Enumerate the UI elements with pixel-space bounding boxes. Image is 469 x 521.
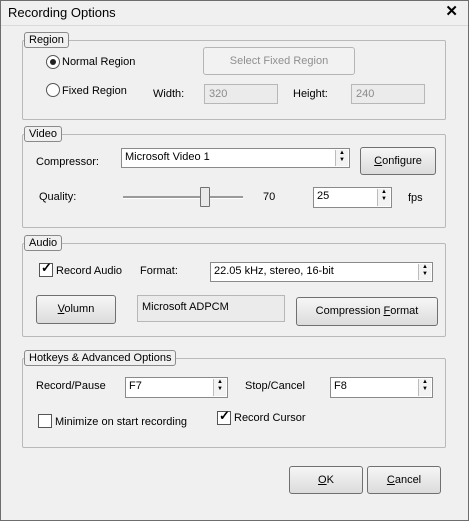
cancel-label-key: C — [386, 474, 395, 486]
spin-arrows-icon[interactable]: ▲ ▼ — [335, 150, 348, 166]
quality-label: Quality: — [39, 191, 77, 203]
audio-group-label: Audio — [24, 235, 63, 251]
height-label: Height: — [293, 88, 328, 100]
width-label: Width: — [153, 88, 185, 100]
ok-button[interactable]: OK — [289, 466, 363, 494]
volumn-label-post: olumn — [64, 303, 95, 315]
fps-label: fps — [408, 192, 423, 204]
ok-label-key: O — [318, 474, 327, 486]
checkmark-icon: ✓ — [219, 408, 230, 423]
record-pause-hotkey-select[interactable]: F7 ▲ ▼ — [125, 377, 228, 398]
configure-label-post: onfigure — [382, 155, 422, 167]
spin-arrows-icon[interactable]: ▲ ▼ — [377, 189, 390, 206]
quality-slider-thumb[interactable] — [200, 187, 210, 207]
compressor-value: Microsoft Video 1 — [125, 151, 210, 163]
compression-label-pre: Compression — [315, 305, 384, 317]
quality-value: 70 — [263, 191, 276, 203]
record-audio-checkbox[interactable]: ✓ — [39, 260, 53, 277]
quality-slider-track[interactable] — [123, 196, 243, 199]
video-group-label: Video — [24, 126, 62, 142]
fps-spinbox[interactable]: 25 ▲ ▼ — [313, 187, 392, 208]
compressor-label: Compressor: — [36, 156, 99, 168]
hotkeys-group: Hotkeys & Advanced Options — [22, 350, 446, 448]
stop-cancel-label: Stop/Cancel — [245, 380, 305, 392]
height-input[interactable]: 240 — [351, 84, 425, 104]
width-input[interactable]: 320 — [204, 84, 278, 104]
spin-arrows-icon[interactable]: ▲ ▼ — [418, 379, 431, 396]
ok-label-post: K — [326, 474, 334, 486]
compression-format-button[interactable]: Compression Format — [296, 297, 438, 326]
minimize-on-start-checkbox[interactable] — [38, 414, 52, 428]
checkmark-icon: ✓ — [41, 260, 52, 275]
region-group-label: Region — [24, 32, 69, 48]
stop-cancel-value: F8 — [334, 380, 347, 392]
radio-selected-dot — [50, 59, 56, 65]
fixed-region-label[interactable]: Fixed Region — [62, 85, 127, 97]
format-label: Format: — [140, 265, 178, 277]
minimize-on-start-label[interactable]: Minimize on start recording — [55, 416, 187, 428]
cancel-label-post: ancel — [394, 474, 422, 486]
fps-value: 25 — [317, 190, 330, 202]
stop-cancel-hotkey-select[interactable]: F8 ▲ ▼ — [330, 377, 433, 398]
select-fixed-region-button[interactable]: Select Fixed Region — [203, 47, 355, 75]
record-pause-value: F7 — [129, 380, 142, 392]
compressor-select[interactable]: Microsoft Video 1 ▲ ▼ — [121, 148, 350, 168]
fixed-region-radio[interactable] — [46, 83, 60, 97]
window-title: Recording Options — [8, 5, 116, 20]
record-cursor-checkbox[interactable]: ✓ — [217, 408, 231, 425]
hotkeys-group-label: Hotkeys & Advanced Options — [24, 350, 177, 366]
normal-region-radio[interactable] — [46, 55, 60, 69]
configure-label-key: C — [374, 155, 383, 167]
select-fixed-region-label: Select Fixed Region — [229, 55, 329, 67]
normal-region-label[interactable]: Normal Region — [62, 56, 135, 68]
volumn-button[interactable]: Volumn — [36, 295, 116, 324]
record-pause-label: Record/Pause — [36, 380, 106, 392]
cancel-button[interactable]: Cancel — [367, 466, 441, 494]
record-cursor-label[interactable]: Record Cursor — [234, 412, 306, 424]
spin-arrows-icon[interactable]: ▲ ▼ — [213, 379, 226, 396]
recording-options-dialog: Recording Options ✕ Region Normal Region… — [0, 0, 469, 521]
record-audio-label[interactable]: Record Audio — [56, 265, 122, 277]
audio-format-value: 22.05 kHz, stereo, 16-bit — [214, 265, 334, 277]
title-bar: Recording Options ✕ — [1, 1, 468, 26]
compression-label-post: ormat — [390, 305, 419, 317]
configure-button[interactable]: Configure — [360, 147, 436, 175]
audio-format-select[interactable]: 22.05 kHz, stereo, 16-bit ▲ ▼ — [210, 262, 433, 282]
spin-arrows-icon[interactable]: ▲ ▼ — [418, 264, 431, 280]
close-icon[interactable]: ✕ — [445, 4, 458, 20]
audio-codec-display: Microsoft ADPCM — [137, 295, 285, 322]
